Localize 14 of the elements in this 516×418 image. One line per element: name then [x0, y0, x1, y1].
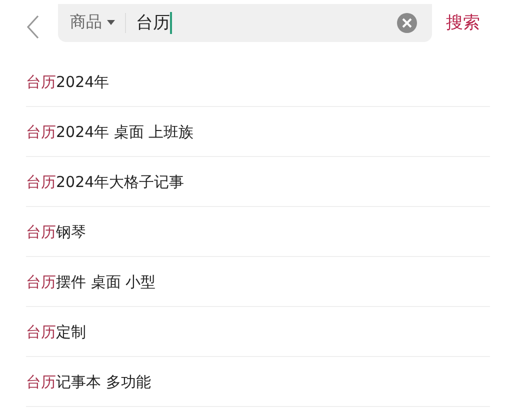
scope-dropdown[interactable]: 商品: [70, 12, 115, 33]
suggestion-item[interactable]: 台历2024年: [26, 57, 490, 107]
search-button[interactable]: 搜索: [446, 11, 480, 34]
suggestion-item[interactable]: 台历2024年 桌面 上班族: [26, 107, 490, 157]
caret-icon: [107, 20, 115, 25]
suggestion-item[interactable]: 台历定制: [26, 307, 490, 357]
search-field[interactable]: 商品 台历: [58, 4, 432, 42]
suggestion-item[interactable]: 台历钢琴: [26, 207, 490, 257]
suggestion-item[interactable]: 台历记事本 多功能: [26, 357, 490, 407]
clear-icon[interactable]: [396, 12, 418, 34]
suggestion-item[interactable]: 台历摆件 桌面 小型: [26, 257, 490, 307]
search-text: 台历: [136, 12, 170, 34]
suggestion-item[interactable]: 台历2024年大格子记事: [26, 157, 490, 207]
back-icon[interactable]: [26, 14, 40, 40]
